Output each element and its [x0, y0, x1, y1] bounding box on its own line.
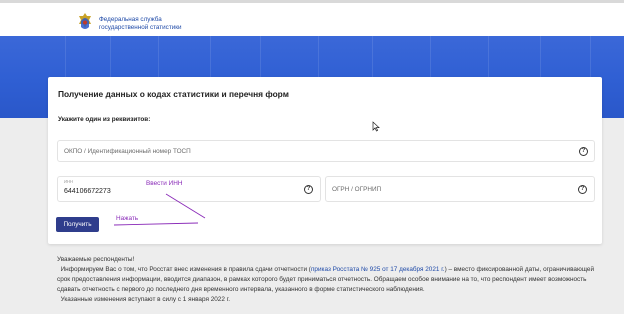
- card-title: Получение данных о кодах статистики и пе…: [58, 89, 289, 99]
- org-name[interactable]: Федеральная служба государственной стати…: [99, 16, 182, 32]
- notice-effective-date: Указанные изменения вступают в силу с 1 …: [57, 295, 602, 305]
- org-name-line1: Федеральная служба: [99, 16, 162, 23]
- get-button[interactable]: Получить: [56, 217, 99, 232]
- okpo-placeholder: ОКПО / Идентификационный номер ТОСП: [64, 148, 191, 155]
- notice-block: Уважаемые респонденты! Информируем Вас о…: [57, 255, 602, 305]
- order-link[interactable]: приказ Росстата № 925 от 17 декабря 2021…: [311, 266, 445, 273]
- notice-effective-text: Указанные изменения вступают в силу с 1 …: [60, 296, 231, 303]
- okpo-field[interactable]: ОКПО / Идентификационный номер ТОСП ?: [57, 140, 595, 162]
- emblem-icon[interactable]: [77, 11, 93, 33]
- annotation-arrows: [113, 193, 206, 226]
- inn-label: ИНН: [64, 179, 74, 184]
- notice-paragraph: Информируем Вас о том, что Росстат внес …: [57, 265, 602, 295]
- ogrn-field[interactable]: ОГРН / ОГРНИП ?: [325, 176, 595, 202]
- notice-greeting: Уважаемые респонденты!: [57, 256, 135, 263]
- ogrn-placeholder: ОГРН / ОГРНИП: [332, 186, 382, 193]
- lookup-card: Получение данных о кодах статистики и пе…: [48, 77, 602, 244]
- org-name-line2: государственной статистики: [99, 24, 182, 31]
- help-icon[interactable]: ?: [578, 185, 587, 194]
- inn-annotation: Ввести ИНН: [146, 180, 183, 187]
- mouse-cursor-icon: [372, 119, 380, 137]
- notice-text-before: Информируем Вас о том, что Росстат внес …: [60, 266, 311, 273]
- site-header: Федеральная служба государственной стати…: [0, 3, 624, 36]
- inn-value: 644106672273: [64, 188, 111, 195]
- help-icon[interactable]: ?: [304, 185, 313, 194]
- help-icon[interactable]: ?: [579, 147, 588, 156]
- requisites-prompt: Укажите один из реквизитов:: [58, 116, 151, 123]
